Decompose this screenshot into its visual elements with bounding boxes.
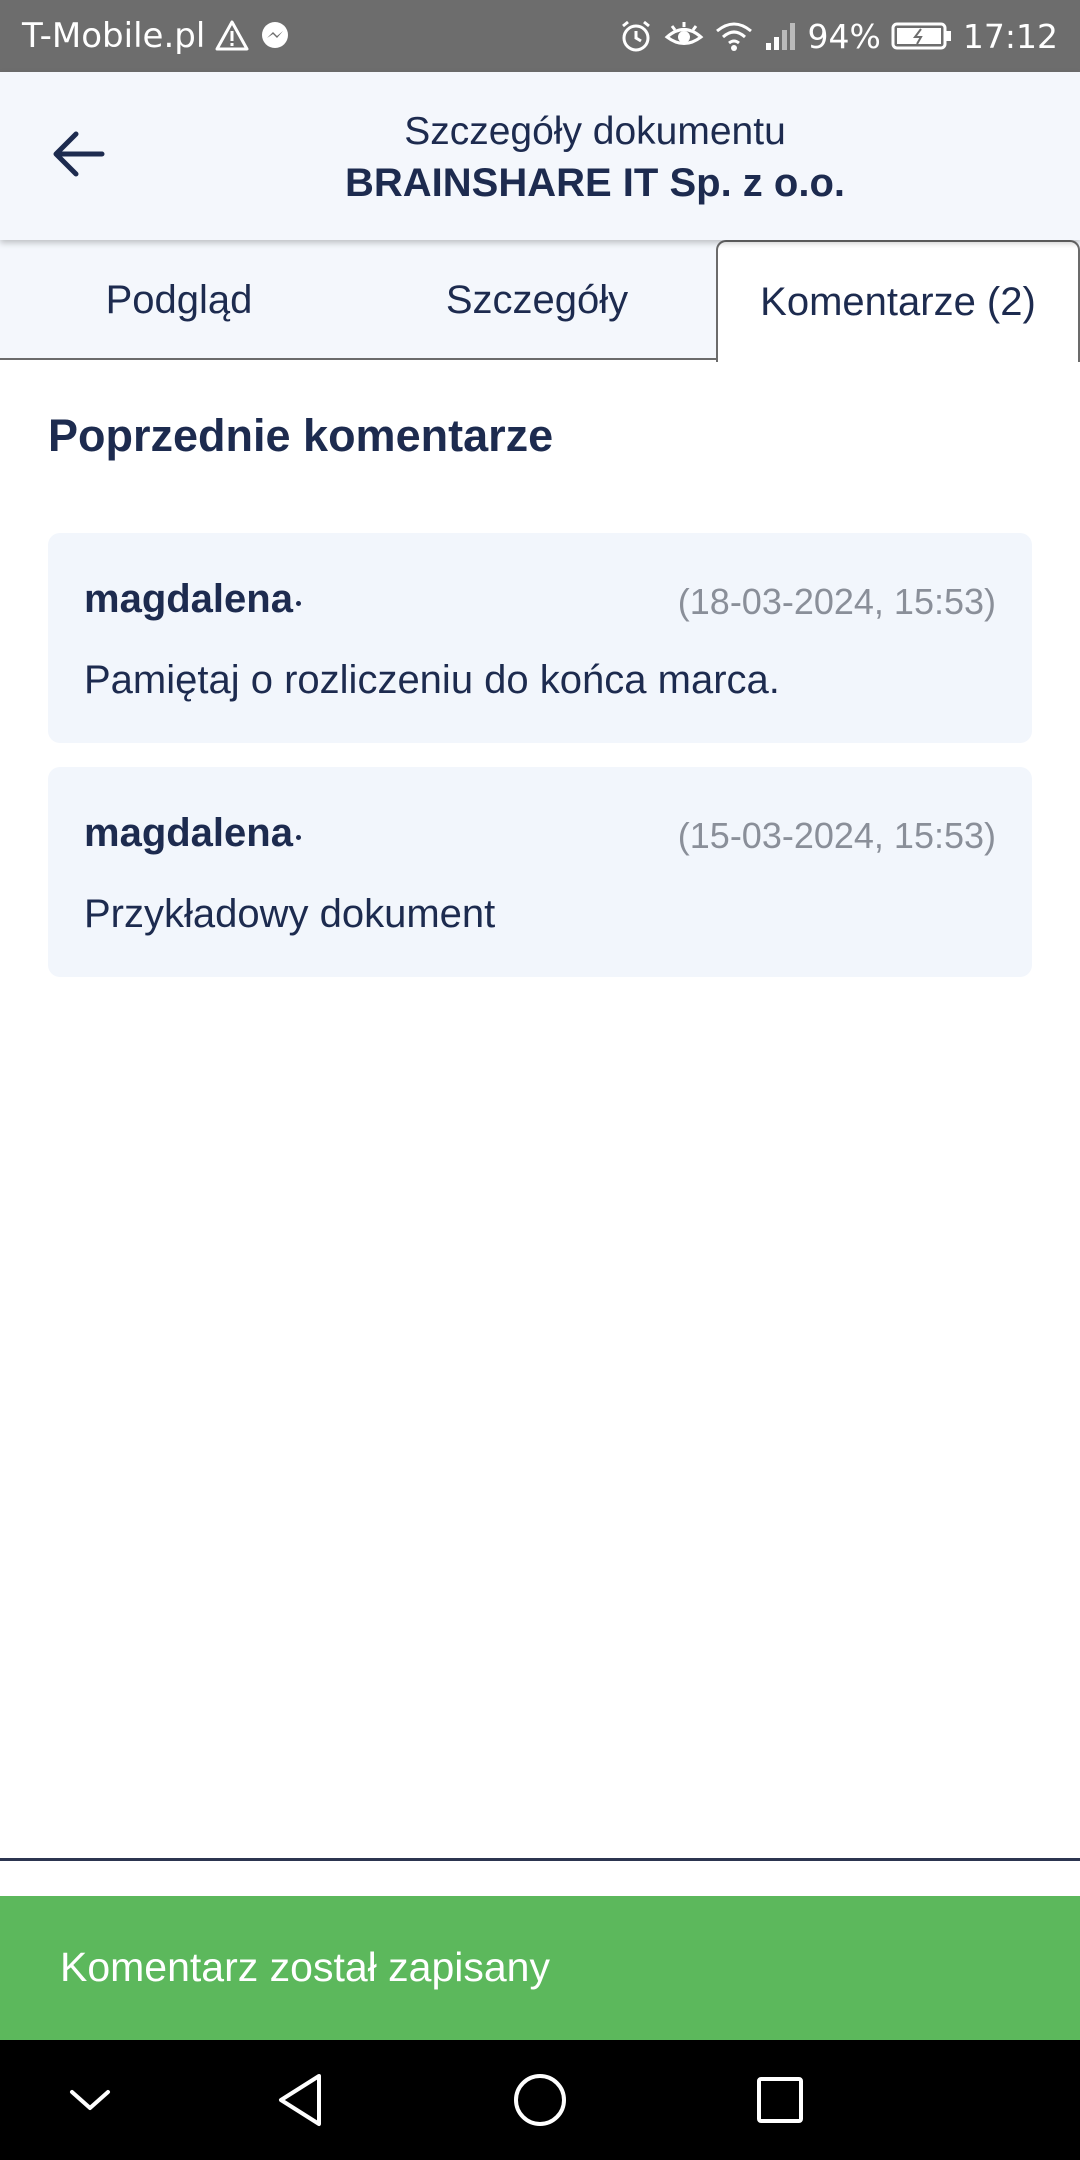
alarm-icon xyxy=(618,18,654,54)
section-title: Poprzednie komentarze xyxy=(48,410,554,461)
comment-card: magdalena (18-03-2024, 15:53) Pamiętaj o… xyxy=(48,533,1032,743)
square-recents-icon xyxy=(757,2077,803,2123)
toast-message: Komentarz został zapisany xyxy=(60,1944,550,1990)
bottom-divider xyxy=(0,1858,1080,1861)
chevron-down-icon xyxy=(70,2090,110,2110)
nav-home-button[interactable] xyxy=(500,2060,580,2140)
comment-card: magdalena (15-03-2024, 15:53) Przykładow… xyxy=(48,767,1032,977)
hide-nav-button[interactable] xyxy=(50,2060,130,2140)
eye-comfort-icon xyxy=(664,20,704,52)
page-title: Szczegóły dokumentu xyxy=(404,110,786,153)
arrow-left-icon xyxy=(53,131,105,177)
clock: 17:12 xyxy=(962,16,1058,56)
back-button[interactable] xyxy=(40,116,116,192)
navigation-bar xyxy=(0,2040,1080,2160)
company-name: BRAINSHARE IT Sp. z o.o. xyxy=(345,161,845,205)
comment-text: Pamiętaj o rozliczeniu do końca marca. xyxy=(84,658,780,702)
success-toast: Komentarz został zapisany xyxy=(0,1896,1080,2040)
screen: T-Mobile.pl 94% 17:12 Szczegóły dokument… xyxy=(0,0,1080,2160)
tab-bar: Podgląd Szczegóły Komentarze (2) xyxy=(0,240,1080,362)
nav-recents-button[interactable] xyxy=(740,2060,820,2140)
wifi-icon xyxy=(714,19,754,53)
status-bar: T-Mobile.pl 94% 17:12 xyxy=(0,0,1080,72)
comment-text: Przykładowy dokument xyxy=(84,892,496,936)
messenger-icon xyxy=(259,20,291,52)
status-right: 94% 17:12 xyxy=(618,17,1058,56)
carrier-name: T-Mobile.pl xyxy=(22,16,206,56)
warning-icon xyxy=(215,20,249,52)
author-dot xyxy=(296,601,301,606)
author-dot xyxy=(296,835,301,840)
tab-details[interactable]: Szczegóły xyxy=(358,240,716,360)
status-left: T-Mobile.pl xyxy=(22,16,291,56)
battery-percent: 94% xyxy=(807,16,881,56)
circle-home-icon xyxy=(514,2074,566,2126)
signal-icon xyxy=(764,21,798,51)
nav-back-button[interactable] xyxy=(260,2060,340,2140)
comment-date: (18-03-2024, 15:53) xyxy=(677,581,996,622)
comment-author: magdalena xyxy=(84,577,293,621)
battery-icon xyxy=(891,21,953,51)
comment-author: magdalena xyxy=(84,811,293,855)
comment-date: (15-03-2024, 15:53) xyxy=(677,815,996,856)
app-header: Szczegóły dokumentu BRAINSHARE IT Sp. z … xyxy=(0,72,1080,240)
tab-comments[interactable]: Komentarze (2) xyxy=(716,240,1080,362)
triangle-back-icon xyxy=(279,2074,321,2126)
tab-preview[interactable]: Podgląd xyxy=(0,240,358,360)
